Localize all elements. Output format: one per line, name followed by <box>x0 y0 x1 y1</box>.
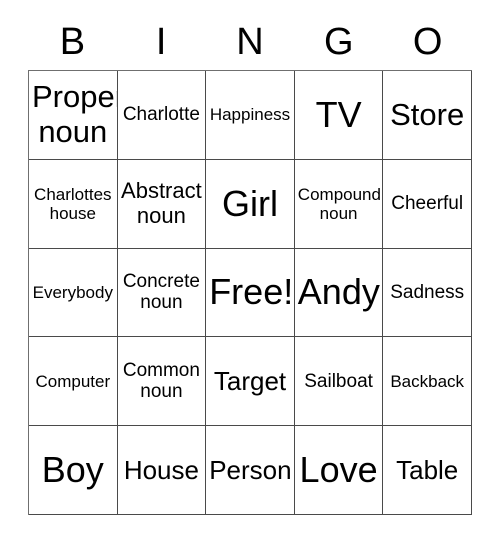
bingo-cell-g5[interactable]: Love <box>294 426 384 515</box>
bingo-cell-label: Computer <box>35 371 111 391</box>
bingo-cell-i4[interactable]: Common noun <box>117 337 207 427</box>
bingo-cell-label: Charlotte <box>122 104 200 126</box>
bingo-cell-o3[interactable]: Sadness <box>383 248 472 338</box>
bingo-cell-o5[interactable]: Table <box>383 426 472 515</box>
bingo-cell-label: Concrete noun <box>122 271 200 314</box>
bingo-cell-n1[interactable]: Happiness <box>206 71 295 160</box>
bingo-cell-n5[interactable]: Person <box>206 426 295 515</box>
bingo-cell-label: Abstract noun <box>121 178 202 228</box>
bingo-cell-label: Andy <box>297 271 380 313</box>
bingo-cell-label: Cheerful <box>391 193 464 215</box>
bingo-cell-label: Boy <box>41 448 104 490</box>
bingo-cell-o1[interactable]: Store <box>383 71 472 160</box>
bingo-grid: Proper noun Charlotte Happiness TV Store… <box>28 70 472 515</box>
bingo-cell-label: Everybody <box>32 282 113 302</box>
bingo-cell-g1[interactable]: TV <box>294 71 384 160</box>
bingo-cell-label: Table <box>396 454 459 485</box>
bingo-header-letter-i: I <box>155 21 167 63</box>
bingo-cell-label: House <box>123 454 199 485</box>
bingo-header-letter-n: N <box>236 21 264 63</box>
bingo-cell-label: Backback <box>390 371 465 391</box>
bingo-cell-g4[interactable]: Sailboat <box>294 337 384 427</box>
bingo-header-letter-o: O <box>412 21 443 63</box>
bingo-cell-b1[interactable]: Proper noun <box>29 71 118 160</box>
bingo-header-letter-g: G <box>324 21 354 63</box>
bingo-cell-label: Charlottes house <box>34 184 112 223</box>
bingo-cell-n4[interactable]: Target <box>206 337 295 427</box>
bingo-header-row: B I N G O <box>28 18 472 66</box>
bingo-cell-i3[interactable]: Concrete noun <box>117 248 207 338</box>
bingo-cell-b4[interactable]: Computer <box>29 337 118 427</box>
bingo-cell-label: Common noun <box>122 360 200 403</box>
bingo-cell-i2[interactable]: Abstract noun <box>117 159 207 249</box>
bingo-cell-b2[interactable]: Charlottes house <box>29 159 118 249</box>
bingo-cell-o2[interactable]: Cheerful <box>383 159 472 249</box>
bingo-cell-label: Person <box>209 454 292 485</box>
bingo-cell-label: Happiness <box>209 105 291 125</box>
bingo-cell-label: Girl <box>221 182 278 224</box>
bingo-cell-label: TV <box>315 93 362 135</box>
bingo-cell-b3[interactable]: Everybody <box>29 248 118 338</box>
bingo-cell-g3[interactable]: Andy <box>294 248 384 338</box>
bingo-cell-i5[interactable]: House <box>117 426 207 515</box>
bingo-cell-i1[interactable]: Charlotte <box>117 71 207 160</box>
bingo-cell-b5[interactable]: Boy <box>29 426 118 515</box>
bingo-cell-label: Proper noun <box>32 79 118 149</box>
bingo-cell-o4[interactable]: Backback <box>383 337 472 427</box>
bingo-cell-free-space[interactable]: Free! <box>206 248 295 338</box>
bingo-cell-label: Store <box>390 96 465 132</box>
bingo-cell-label: Love <box>299 448 378 490</box>
bingo-cell-g2[interactable]: Compound noun <box>294 159 384 249</box>
bingo-cell-label: Sailboat <box>304 370 373 392</box>
bingo-cell-label: Sadness <box>390 281 465 303</box>
bingo-cell-label: Free! <box>209 271 294 313</box>
bingo-header-letter-b: B <box>59 21 86 63</box>
bingo-cell-label: Target <box>213 365 287 396</box>
bingo-card: B I N G O Proper noun Charlotte Happines… <box>0 0 500 544</box>
bingo-cell-n2[interactable]: Girl <box>206 159 295 249</box>
bingo-cell-label: Compound noun <box>297 184 381 223</box>
